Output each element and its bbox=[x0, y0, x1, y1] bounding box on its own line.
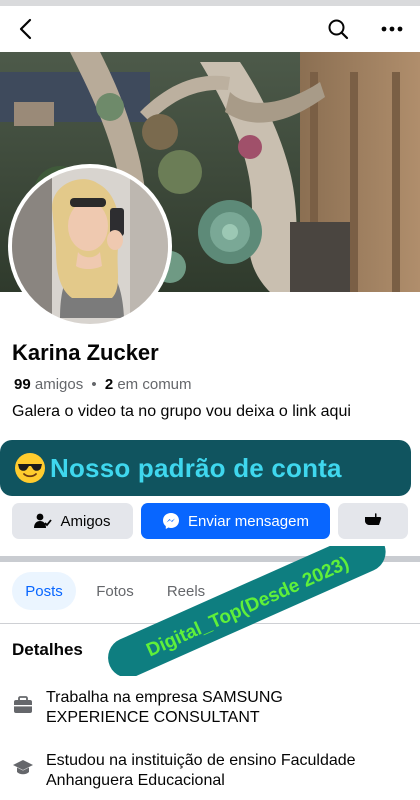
friends-separator: • bbox=[91, 376, 97, 393]
avatar-photo bbox=[12, 168, 168, 324]
more-options-button[interactable] bbox=[376, 15, 408, 43]
friends-count: 99 bbox=[14, 376, 31, 393]
back-button[interactable] bbox=[12, 15, 40, 43]
top-bar bbox=[0, 6, 420, 52]
graduation-cap-icon bbox=[12, 757, 34, 779]
details-title: Detalhes bbox=[12, 640, 83, 659]
detail-item-work: Trabalha na empresa SAMSUNG EXPERIENCE C… bbox=[12, 688, 412, 728]
detail-work-text: Trabalha na empresa SAMSUNG EXPERIENCE C… bbox=[46, 689, 283, 726]
send-message-label: Enviar mensagem bbox=[188, 512, 309, 530]
more-actions-button[interactable] bbox=[338, 503, 408, 539]
detail-item-education: Estudou na instituição de ensino Faculda… bbox=[12, 751, 412, 791]
watermark-stamp: Digital_Top(Desde 2023) bbox=[105, 531, 395, 678]
friends-summary[interactable]: 99 amigos • 2 em comum bbox=[14, 376, 192, 393]
send-message-button[interactable]: Enviar mensagem bbox=[141, 503, 330, 539]
friends-button[interactable]: Amigos bbox=[12, 503, 133, 539]
search-icon bbox=[328, 19, 349, 40]
tab-posts[interactable]: Posts bbox=[12, 572, 76, 610]
friends-button-label: Amigos bbox=[60, 512, 111, 530]
messenger-icon bbox=[162, 512, 180, 530]
watermark-text: Digital_Top(Desde 2023) bbox=[143, 553, 352, 661]
profile-avatar[interactable] bbox=[8, 164, 172, 328]
search-button[interactable] bbox=[324, 15, 352, 43]
mutual-label: em comum bbox=[117, 376, 192, 393]
friends-label: amigos bbox=[34, 376, 84, 393]
sunglasses-face-icon bbox=[15, 453, 45, 483]
arrow-left-icon bbox=[19, 18, 32, 40]
profile-name: Karina Zucker bbox=[12, 340, 159, 365]
mutual-count: 2 bbox=[104, 376, 114, 393]
more-dots-icon bbox=[381, 26, 403, 32]
promo-banner: Nosso padrão de conta bbox=[0, 440, 411, 496]
detail-education-text: Estudou na instituição de ensino Faculda… bbox=[46, 752, 356, 789]
person-check-icon bbox=[34, 513, 53, 529]
hand-pointing-icon bbox=[363, 511, 383, 531]
profile-bio: Galera o video ta no grupo vou deixa o l… bbox=[12, 403, 351, 420]
banner-text: Nosso padrão de conta bbox=[50, 452, 342, 483]
briefcase-icon bbox=[12, 694, 34, 716]
